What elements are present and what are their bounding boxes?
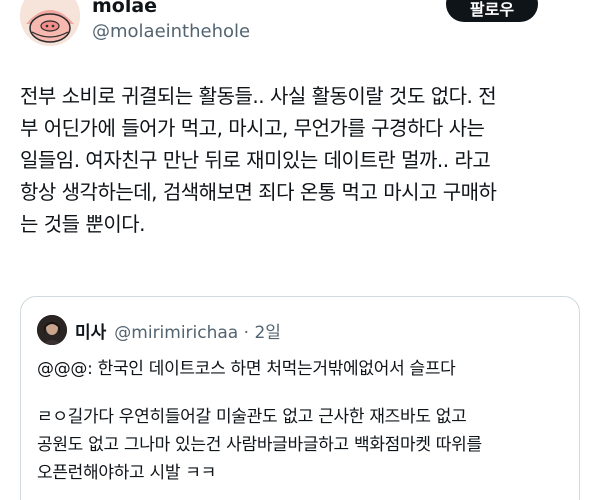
quoted-line: ㄹㅇ길가다 우연히들어갈 미술관도 없고 근사한 재즈바도 없고 [37,407,467,427]
tweet-line: 항상 생각하는데, 검색해보면 죄다 온통 먹고 마시고 구매하 [20,180,497,204]
tweet-line: 전부 소비로 귀결되는 활동들.. 사실 활동이랄 것도 없다. 전 [20,84,497,108]
quoted-author-avatar[interactable] [37,315,67,345]
quoted-tweet-card[interactable]: 미사 @mirimirichaa · 2일 @@@: 한국인 데이트코스 하면 … [20,296,580,500]
quoted-tweet-header: 미사 @mirimirichaa · 2일 [37,315,281,345]
quoted-handle-time: @mirimirichaa · 2일 [114,322,281,343]
tweet-text: 전부 소비로 귀결되는 활동들.. 사실 활동이랄 것도 없다. 전 부 어딘가… [20,80,590,240]
author-handle[interactable]: @molaeinthehole [92,20,250,44]
tweet-line: 일들임. 여자친구 만난 뒤로 재미있는 데이트란 멀까.. 라고 [20,148,491,172]
follow-button[interactable]: 팔로우 [446,0,538,22]
quoted-tweet-text: @@@: 한국인 데이트코스 하면 처먹는거밖에없어서 슬프다 ㄹㅇ길가다 우연… [37,355,567,487]
user-photo-icon [37,315,67,345]
quoted-line: 오픈런해야하고 시발 ㅋㅋ [37,463,216,483]
quoted-line: @@@: 한국인 데이트코스 하면 처먹는거밖에없어서 슬프다 [37,359,456,379]
quoted-line: 공원도 없고 그나마 있는건 사람바글바글하고 백화점마켓 따위를 [37,435,482,455]
pig-avatar-icon [20,0,80,46]
author-display-name[interactable]: molae [92,0,250,18]
author-names: molae @molaeinthehole [92,0,250,44]
quoted-display-name[interactable]: 미사 [75,318,106,343]
tweet-line: 부 어딘가에 들어가 먹고, 마시고, 무언가를 구경하다 사는 [20,116,485,140]
tweet-header: molae @molaeinthehole 팔로우 [0,0,600,60]
tweet-line: 는 것들 뿐이다. [20,212,145,236]
author-avatar[interactable] [20,0,80,46]
